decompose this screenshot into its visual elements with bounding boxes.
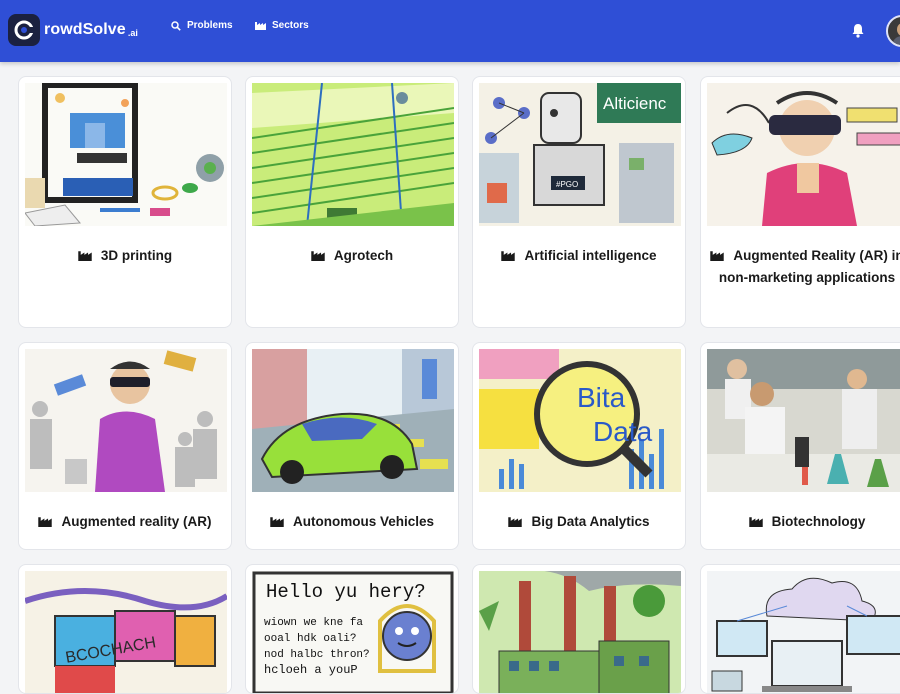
sector-card-3d-printing[interactable]: 3D printing (18, 76, 232, 328)
search-icon (171, 20, 181, 31)
nav-sectors[interactable]: Sectors (255, 20, 309, 31)
sector-label-text: Artificial intelligence (524, 248, 657, 263)
sector-card-artificial-intelligence[interactable]: Alticienc #PGO Artificial intelligence (472, 76, 686, 328)
sector-card-cloud[interactable] (700, 564, 900, 694)
sector-label: Big Data Analytics (481, 511, 677, 533)
sector-label: Agrotech (254, 245, 450, 267)
sector-label-text: Agrotech (333, 248, 394, 263)
sector-image-cloud (707, 571, 900, 693)
nav-problems[interactable]: Problems (171, 20, 233, 31)
sector-label: Biotechnology (709, 511, 900, 533)
sector-card-hello[interactable]: Hello yu hery? wiown we kne fa ooal hdk … (245, 564, 459, 694)
sector-image-ar-non-marketing (707, 83, 900, 226)
hello-title: Hello yu hery? (266, 581, 426, 603)
sector-image-industry (479, 571, 681, 693)
factory-icon (508, 517, 523, 527)
sector-card-big-data-analytics[interactable]: Bita Data Big Data Analytics (472, 342, 686, 550)
sector-card-biotechnology[interactable]: Biotechnology (700, 342, 900, 550)
factory-icon (501, 251, 516, 261)
sector-card-augmented-reality[interactable]: Augmented reality (AR) (18, 342, 232, 550)
ai-board-text: Alticienc (603, 94, 667, 113)
sector-card-autonomous-vehicles[interactable]: Autonomous Vehicles (245, 342, 459, 550)
sector-label: Autonomous Vehicles (254, 511, 450, 533)
sector-card-blockchain[interactable]: BCOCHACH (18, 564, 232, 694)
sector-image-hello: Hello yu hery? wiown we kne fa ooal hdk … (252, 571, 454, 693)
sector-image-blockchain: BCOCHACH (25, 571, 227, 693)
brand-name: rowdSolve (44, 21, 126, 38)
factory-icon (748, 517, 763, 527)
hello-line-1: wiown we kne fa (264, 617, 363, 629)
sector-label-text: Autonomous Vehicles (292, 514, 435, 529)
sector-label-text: 3D printing (100, 248, 173, 263)
top-navigation-bar: rowdSolve .ai Problems Sectors (0, 0, 900, 62)
factory-icon (255, 22, 266, 30)
robot-badge-text: #PGO (556, 180, 578, 189)
factory-icon (38, 517, 53, 527)
sector-image-biotechnology (707, 349, 900, 492)
notifications-button[interactable] (851, 23, 865, 43)
bigdata-text-2: Data (593, 416, 653, 447)
logo-mark-icon (8, 14, 40, 46)
brand-suffix: .ai (127, 27, 138, 38)
hello-line-4: hcloeh a youP (264, 663, 358, 677)
nav-problems-label: Problems (187, 20, 233, 31)
hello-line-2: ooal hdk oali? (264, 633, 356, 645)
sector-card-industry[interactable] (472, 564, 686, 694)
sector-label: 3D printing (27, 245, 223, 267)
factory-icon (270, 517, 284, 527)
sector-label-text: Biotechnology (771, 514, 866, 529)
sector-label-text: Big Data Analytics (531, 514, 650, 529)
sector-label: Augmented Reality (AR) in non-marketing … (709, 245, 900, 289)
sector-image-agrotech (252, 83, 454, 226)
sector-image-augmented-reality (25, 349, 227, 492)
sector-image-big-data-analytics: Bita Data (479, 349, 681, 492)
sector-label: Artificial intelligence (481, 245, 677, 267)
sector-image-3d-printing (25, 83, 227, 226)
factory-icon (78, 251, 92, 261)
sector-card-agrotech[interactable]: Agrotech (245, 76, 459, 328)
sector-label: Augmented reality (AR) (27, 511, 223, 533)
sector-label-text: Augmented Reality (AR) in non-marketing … (718, 248, 900, 285)
hello-line-3: nod halbc thron? (264, 649, 370, 661)
sector-image-artificial-intelligence: Alticienc #PGO (479, 83, 681, 226)
bigdata-text-1: Bita (577, 382, 626, 413)
sector-image-autonomous-vehicles (252, 349, 454, 492)
sector-card-ar-non-marketing[interactable]: Augmented Reality (AR) in non-marketing … (700, 76, 900, 328)
nav-sectors-label: Sectors (272, 20, 309, 31)
brand-logo[interactable]: rowdSolve .ai (8, 14, 138, 46)
factory-icon (311, 251, 325, 261)
user-avatar[interactable] (886, 15, 900, 47)
factory-icon (710, 251, 725, 261)
sector-label-text: Augmented reality (AR) (61, 514, 212, 529)
bell-icon (852, 24, 864, 38)
